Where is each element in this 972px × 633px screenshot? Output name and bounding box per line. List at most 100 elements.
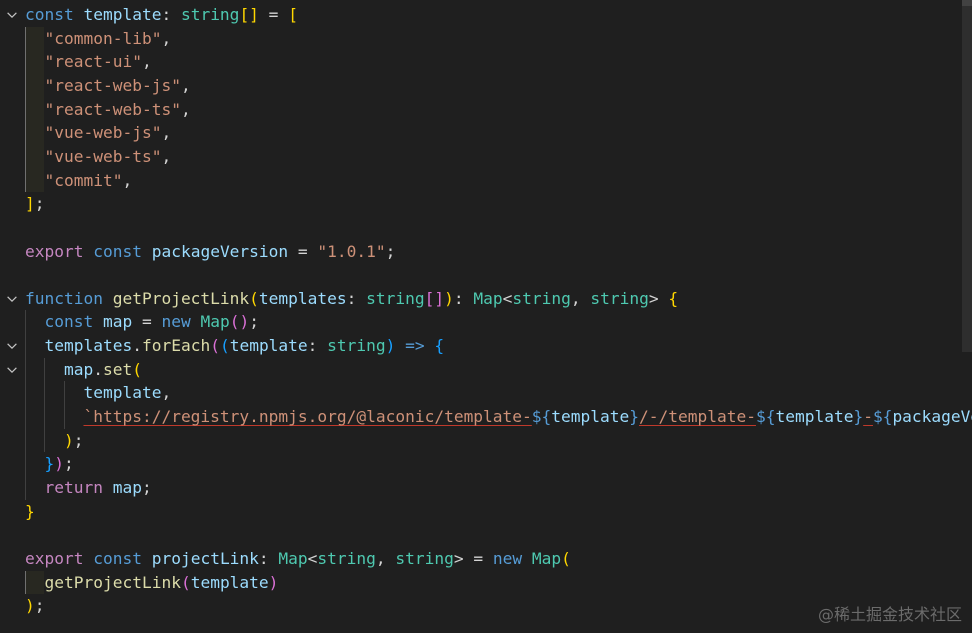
code-token: string: [327, 336, 386, 356]
code-token: (: [132, 359, 142, 379]
code-token: const: [44, 312, 94, 332]
code-token: .: [93, 359, 103, 379]
code-text: ];: [25, 192, 45, 216]
code-token: packageVer: [892, 407, 972, 427]
code-token: set: [102, 359, 133, 379]
chevron-down-icon[interactable]: [4, 338, 20, 354]
code-token: projectLink: [151, 548, 259, 568]
code-token: template: [551, 407, 630, 427]
code-editor[interactable]: const template: string[] = [ "common-lib…: [0, 0, 972, 633]
code-text: "react-ui",: [25, 50, 152, 74]
code-token: :: [346, 288, 367, 308]
code-line[interactable]: "react-web-js",: [0, 74, 972, 98]
code-text: "vue-web-js",: [25, 121, 172, 145]
code-line[interactable]: );: [0, 429, 972, 453]
code-line[interactable]: "vue-web-js",: [0, 121, 972, 145]
code-token: ): [444, 288, 454, 308]
code-token: <: [307, 548, 318, 568]
code-text: }: [25, 500, 35, 524]
indent-guide: [25, 26, 26, 193]
code-line[interactable]: "common-lib",: [0, 27, 972, 51]
code-line[interactable]: export const packageVersion = "1.0.1";: [0, 240, 972, 264]
code-line[interactable]: templates.forEach((template: string) => …: [0, 334, 972, 358]
code-token: :: [453, 288, 474, 308]
code-token: (: [180, 572, 191, 592]
code-text: "react-web-ts",: [25, 98, 191, 122]
code-token: :: [161, 5, 181, 24]
code-line[interactable]: }: [0, 500, 972, 524]
code-text: templates.forEach((template: string) => …: [25, 334, 445, 358]
code-token: ): [54, 454, 64, 474]
code-line[interactable]: "commit",: [0, 169, 972, 193]
code-text: return map;: [25, 476, 152, 500]
code-token: string: [512, 288, 571, 308]
code-token: "common-lib": [44, 28, 162, 48]
code-token: /-/template-: [639, 407, 756, 427]
code-token: ,: [161, 146, 172, 166]
code-line[interactable]: const map = new Map();: [0, 310, 972, 334]
code-token: Map: [200, 312, 230, 332]
code-token: ,: [180, 99, 191, 119]
code-token: }: [25, 501, 35, 521]
code-token: new: [492, 548, 523, 568]
code-line[interactable]: const template: string[] = [: [0, 3, 972, 27]
code-line[interactable]: "vue-web-ts",: [0, 145, 972, 169]
code-token: templates: [258, 288, 347, 308]
code-token: "vue-web-js": [44, 123, 162, 143]
indent-guide: [25, 570, 26, 595]
chevron-down-icon[interactable]: [4, 7, 20, 23]
code-text: "common-lib",: [25, 27, 172, 51]
code-line[interactable]: "react-web-ts",: [0, 98, 972, 122]
code-token: ,: [141, 52, 152, 72]
code-line[interactable]: "react-ui",: [0, 50, 972, 74]
code-token: ,: [570, 288, 591, 308]
code-line[interactable]: function getProjectLink(templates: strin…: [0, 287, 972, 311]
chevron-down-icon[interactable]: [4, 362, 20, 378]
code-line[interactable]: [0, 216, 972, 240]
code-token: ): [25, 596, 35, 616]
code-line[interactable]: return map;: [0, 476, 972, 500]
code-line[interactable]: template,: [0, 381, 972, 405]
code-text: map.set(: [25, 358, 142, 382]
code-token: [: [288, 5, 298, 24]
chevron-down-icon[interactable]: [4, 291, 20, 307]
code-line[interactable]: ];: [0, 192, 972, 216]
code-token: ;: [64, 454, 74, 474]
code-token: ]: [25, 194, 35, 214]
code-token: =>: [405, 336, 425, 356]
code-token: :: [307, 336, 328, 356]
code-token: "commit": [44, 170, 123, 190]
code-line[interactable]: [0, 523, 972, 547]
code-token: const: [93, 241, 142, 261]
code-token: =: [288, 241, 318, 261]
code-line[interactable]: });: [0, 452, 972, 476]
code-token: "react-ui": [44, 52, 142, 72]
code-line[interactable]: getProjectLink(template): [0, 571, 972, 595]
code-line[interactable]: [0, 263, 972, 287]
code-token: ): [385, 336, 396, 356]
code-line[interactable]: export const projectLink: Map<string, st…: [0, 547, 972, 571]
code-text: "commit",: [25, 169, 133, 193]
code-token: ${: [755, 407, 776, 427]
code-token: ,: [161, 123, 172, 143]
code-token: :: [258, 548, 279, 568]
code-line[interactable]: map.set(: [0, 358, 972, 382]
code-token: return: [44, 478, 103, 497]
code-token: {: [434, 336, 445, 356]
code-line[interactable]: `https://registry.npmjs.org/@laconic/tem…: [0, 405, 972, 429]
code-token: "1.0.1": [317, 241, 386, 261]
code-token: ${: [531, 407, 552, 427]
code-token: (: [210, 336, 220, 356]
code-token: ;: [34, 596, 45, 616]
code-text: `https://registry.npmjs.org/@laconic/tem…: [25, 405, 972, 429]
